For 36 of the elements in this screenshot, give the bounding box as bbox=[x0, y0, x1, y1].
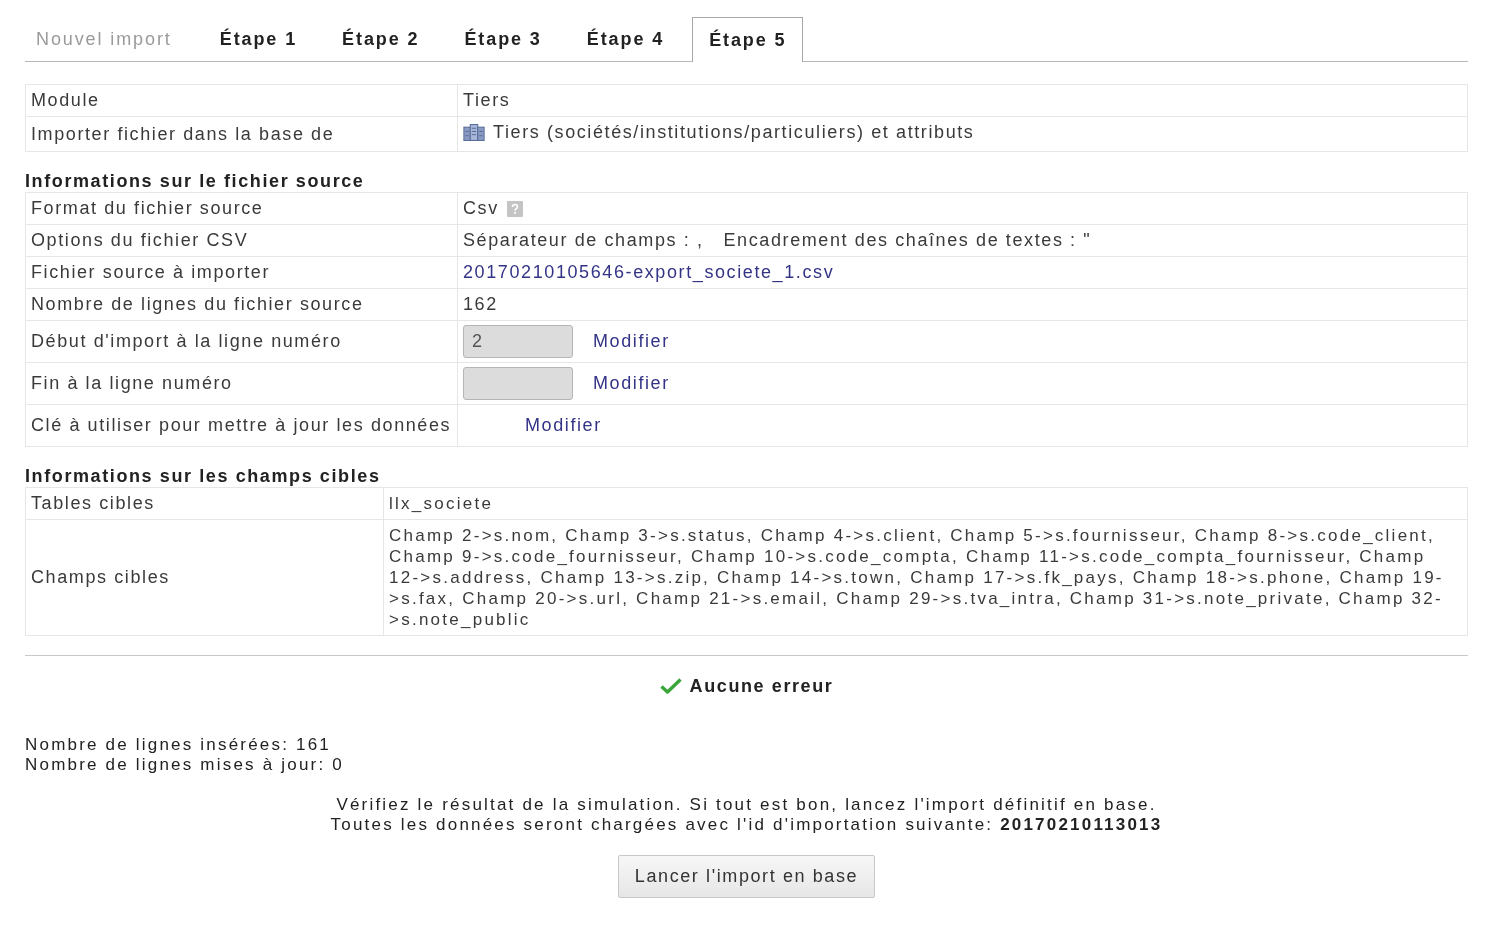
check-icon bbox=[659, 678, 682, 694]
table-cell: Options du fichier CSV bbox=[25, 224, 458, 257]
tab[interactable]: Étape 5 bbox=[692, 17, 804, 62]
table-cell: Champ 2->s.nom, Champ 3->s.status, Champ 4->s.client, Champ 5->s.fournisseur, Champ 8->s.code_client, Champ 9->s.code_fournisseur, Champ 10->s.code_compta, Champ 11->s.code_compta_fournisseur, Champ 12->s.address, Champ 13->s.zip, Champ 14->s.town, Champ 17->s.fk_pays, Champ 18->s.phone, Champ 19->s.fax, Champ 20->s.url, Champ 21->s.email, Champ 29->s.tva_intra, Champ 31->s.note_private, Champ 32->s.note_public bbox=[383, 519, 1468, 636]
import-button[interactable]: Lancer l'import en base bbox=[617, 855, 876, 898]
table-cell: Clé à utiliser pour mettre à jour les données bbox=[25, 404, 458, 447]
section-title: Informations sur les champs cibles bbox=[25, 465, 382, 487]
tab[interactable]: Étape 2 bbox=[325, 17, 437, 61]
table-cell: Fichier source à importer bbox=[25, 256, 458, 289]
stat-line: Nombre de lignes mises à jour: 0 bbox=[25, 755, 345, 775]
table-cell: Importer fichier dans la base de bbox=[25, 116, 458, 152]
tab[interactable]: Étape 3 bbox=[447, 17, 559, 61]
building-icon bbox=[463, 124, 485, 141]
table-cell: Début d'import à la ligne numéro bbox=[25, 320, 458, 363]
stat-line: Nombre de lignes insérées: 161 bbox=[25, 735, 333, 755]
format-value: Csv bbox=[463, 198, 499, 219]
table-cell: Fin à la ligne numéro bbox=[25, 362, 458, 405]
tab[interactable]: Étape 4 bbox=[569, 17, 682, 61]
tab[interactable]: Étape 1 bbox=[202, 17, 315, 61]
help-icon bbox=[506, 200, 523, 217]
modify-link[interactable]: Modifier bbox=[525, 415, 602, 435]
csv-option: Séparateur de champs : , bbox=[463, 230, 704, 251]
section-title: Informations sur le fichier source bbox=[25, 170, 366, 192]
table-cell: Nombre de lignes du fichier source bbox=[25, 288, 458, 321]
table-cell: llx_societe bbox=[383, 487, 1468, 520]
table-cell: 162 bbox=[457, 288, 1468, 321]
notice-text: Toutes les données seront chargées avec l'id d'importation suivante: 20170210113013 bbox=[329, 815, 1164, 835]
notice-text: Vérifiez le résultat de la simulation. Si tout est bon, lancez l'import définitif en base. bbox=[335, 795, 1158, 815]
table-cell: Champs cibles bbox=[25, 519, 384, 636]
table-cell: Module bbox=[25, 84, 458, 117]
module-description: Tiers (sociétés/institutions/particuliers) et attributs bbox=[493, 122, 975, 143]
table-cell: Tiers bbox=[457, 84, 1468, 117]
status-text: Aucune erreur bbox=[689, 675, 834, 697]
table-cell: Format du fichier source bbox=[25, 192, 458, 225]
csv-option: Encadrement des chaînes de textes : " bbox=[723, 230, 1092, 251]
table-cell: Tables cibles bbox=[25, 487, 384, 520]
